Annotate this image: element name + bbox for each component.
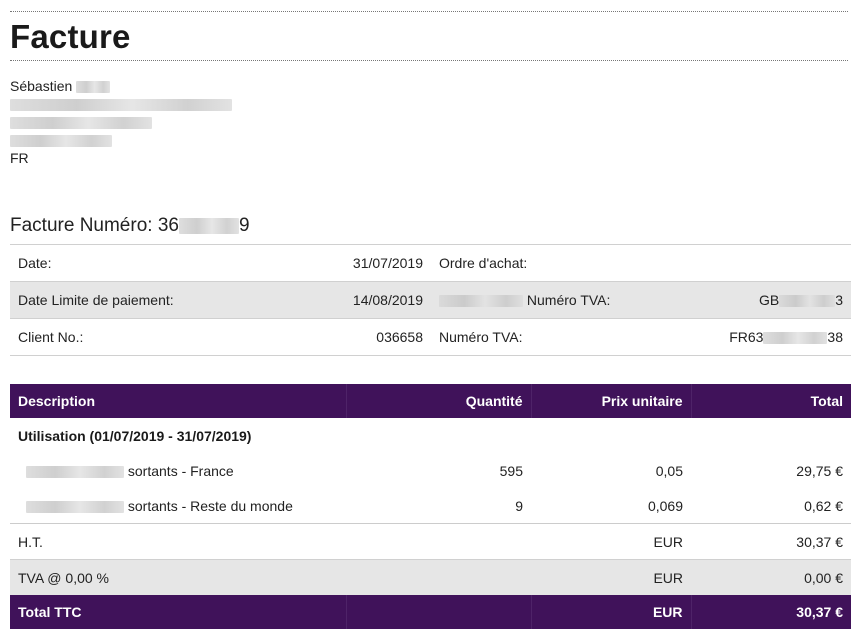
vat-number-value-2: FR63 38 <box>641 318 851 356</box>
item-description: sortants - France <box>10 453 346 488</box>
subtotal-spacer <box>346 523 531 560</box>
address-country: FR <box>10 150 29 166</box>
item-total: 0,62 € <box>804 497 843 514</box>
client-number-label: Client No.: <box>10 318 230 356</box>
vat-number-cell-1: Numéro TVA: <box>431 281 641 319</box>
vat-spacer <box>346 559 531 595</box>
vat-number-value-1: GB 3 <box>641 281 851 319</box>
customer-address: Sébastien FR <box>10 77 232 167</box>
vat-value: 0,00 € <box>691 559 851 595</box>
vat-number-label-2: Numéro TVA: <box>431 318 641 356</box>
invoice-number-label: Facture Numéro: <box>10 215 153 236</box>
table-row: sortants - France 595 0,05 29,75 € <box>10 453 851 488</box>
table-header-row: Description Quantité Prix unitaire Total <box>10 384 851 418</box>
info-row-due-date: Date Limite de paiement: 14/08/2019 Numé… <box>10 281 851 319</box>
address-line-3 <box>10 131 232 149</box>
line-items-table: Description Quantité Prix unitaire Total… <box>10 384 851 629</box>
redacted-vat-number <box>779 295 836 308</box>
vat-row: TVA @ 0,00 % EUR 0,00 € <box>10 559 851 595</box>
vat-number-label-1: Numéro TVA: <box>526 292 611 308</box>
item-description-text: sortants - France <box>127 462 234 479</box>
usage-group-row: Utilisation (01/07/2019 - 31/07/2019) <box>10 418 851 453</box>
redacted-surname <box>76 81 111 94</box>
address-name-line: Sébastien <box>10 77 232 95</box>
redacted-company-name <box>439 295 523 308</box>
item-unit-price: 0,069 <box>647 497 683 514</box>
item-description-text: sortants - Reste du monde <box>127 497 293 514</box>
subtotal-currency: EUR <box>531 523 691 560</box>
table-row: sortants - Reste du monde 9 0,069 0,62 € <box>10 488 851 524</box>
info-row-date: Date: 31/07/2019 Ordre d'achat: <box>10 244 851 282</box>
item-quantity: 9 <box>515 497 523 514</box>
due-date-value: 14/08/2019 <box>230 281 431 319</box>
item-quantity: 595 <box>499 462 523 479</box>
due-date-label: Date Limite de paiement: <box>10 281 230 319</box>
header-total: Total <box>690 384 851 418</box>
date-label: Date: <box>10 244 230 282</box>
redacted-vat-number <box>763 332 828 345</box>
purchase-order-value <box>641 244 851 282</box>
grand-total-row: Total TTC EUR 30,37 € <box>10 595 851 629</box>
redacted-item-name <box>26 465 124 478</box>
invoice-number-heading: Facture Numéro: 36 9 <box>10 215 250 237</box>
invoice-number-suffix: 9 <box>238 215 250 236</box>
purchase-order-label: Ordre d'achat: <box>431 244 641 282</box>
grand-total-label: Total TTC <box>10 595 346 629</box>
address-line-2 <box>10 113 232 131</box>
info-row-client: Client No.: 036658 Numéro TVA: FR63 38 <box>10 318 851 356</box>
redacted-address-line <box>10 99 232 112</box>
header-quantity: Quantité <box>345 384 531 418</box>
vat-number-2-prefix: FR63 <box>729 329 764 345</box>
redacted-address-line <box>10 135 112 148</box>
usage-period-label: Utilisation (01/07/2019 - 31/07/2019) <box>18 427 252 444</box>
invoice-number-prefix: 36 <box>157 215 179 236</box>
subtotal-label: H.T. <box>10 523 346 560</box>
vat-number-1-prefix: GB <box>758 292 780 308</box>
invoice-info-table: Date: 31/07/2019 Ordre d'achat: Date Lim… <box>10 244 851 356</box>
item-unit-price: 0,05 <box>655 462 683 479</box>
page-title: Facture <box>10 18 131 55</box>
grand-total-currency: EUR <box>530 595 691 629</box>
top-dotted-divider <box>10 11 848 12</box>
header-unit-price: Prix unitaire <box>530 384 691 418</box>
header-description: Description <box>10 384 346 418</box>
item-description: sortants - Reste du monde <box>10 488 346 524</box>
grand-total-value: 30,37 € <box>690 595 851 629</box>
title-dotted-divider <box>10 60 848 61</box>
item-total: 29,75 € <box>796 462 843 479</box>
redacted-invoice-number <box>178 217 239 234</box>
vat-number-1-suffix: 3 <box>835 292 843 308</box>
vat-currency: EUR <box>531 559 691 595</box>
redacted-address-line <box>10 117 152 130</box>
date-value: 31/07/2019 <box>230 244 431 282</box>
vat-number-2-suffix: 38 <box>827 329 843 345</box>
subtotal-row: H.T. EUR 30,37 € <box>10 523 851 560</box>
address-line-1 <box>10 95 232 113</box>
redacted-item-name <box>26 500 124 513</box>
grand-total-spacer <box>345 595 531 629</box>
subtotal-value: 30,37 € <box>691 523 851 560</box>
vat-label: TVA @ 0,00 % <box>10 559 346 595</box>
client-number-value: 036658 <box>230 318 431 356</box>
customer-name: Sébastien <box>10 78 73 94</box>
